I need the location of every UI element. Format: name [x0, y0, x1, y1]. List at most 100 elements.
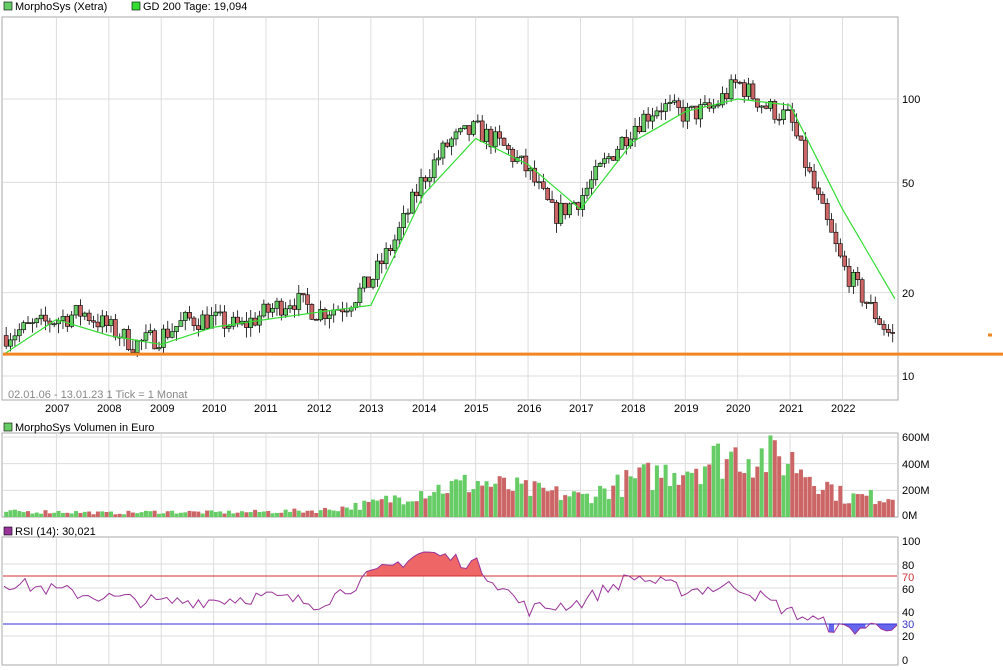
- volume-bar: [305, 510, 310, 517]
- volume-bar: [191, 511, 196, 517]
- price-candle-body: [558, 202, 564, 224]
- price-candle-body: [16, 329, 22, 337]
- volume-bar: [563, 495, 568, 517]
- volume-bar: [681, 475, 686, 517]
- price-candle-body: [458, 128, 463, 133]
- x-tick-2014: 2014: [412, 403, 436, 415]
- price-candle-body: [519, 155, 524, 158]
- price-candle-body: [859, 279, 865, 303]
- price-candle-body: [781, 109, 786, 120]
- price-candle-body: [462, 125, 468, 129]
- volume-bar: [619, 496, 624, 517]
- volume-bar: [34, 512, 39, 517]
- price-tick-100: 100: [902, 94, 920, 106]
- price-candle-body: [877, 318, 882, 325]
- price-candle-body: [663, 103, 668, 112]
- price-candle-body: [279, 300, 284, 316]
- volume-bar: [550, 490, 555, 517]
- volume-bar: [178, 512, 183, 517]
- volume-bar: [292, 508, 297, 517]
- volume-bar: [698, 484, 703, 517]
- volume-bar: [331, 510, 336, 517]
- price-candle-body: [676, 100, 682, 108]
- price-candle-body: [3, 335, 9, 347]
- volume-bar: [226, 510, 231, 517]
- price-candle-body: [798, 135, 804, 141]
- volume-bar: [397, 497, 402, 517]
- price-candle-body: [593, 166, 599, 181]
- volume-bar: [349, 509, 354, 517]
- volume-bar: [646, 462, 651, 517]
- price-candle-body: [510, 149, 516, 162]
- price-candle-body: [471, 121, 476, 135]
- volume-bar: [274, 512, 279, 517]
- price-candle-body: [658, 110, 664, 113]
- rsi-tick-20: 20: [902, 631, 914, 643]
- volume-bar: [362, 500, 367, 517]
- volume-bar: [558, 500, 563, 517]
- volume-bar: [318, 510, 323, 517]
- price-candle-body: [820, 194, 826, 204]
- price-candle-body: [545, 188, 551, 200]
- price-candle-body: [811, 170, 817, 189]
- volume-bar: [742, 473, 747, 517]
- price-candle-body: [182, 312, 188, 321]
- volume-bar: [764, 472, 769, 517]
- volume-bar: [685, 471, 690, 517]
- volume-bar: [633, 478, 638, 517]
- price-candle-body: [204, 314, 210, 329]
- volume-bar: [886, 499, 891, 517]
- volume-bar: [860, 494, 865, 517]
- price-candle-body: [143, 332, 149, 341]
- price-candle-body: [637, 125, 642, 133]
- price-candle-body: [296, 293, 302, 310]
- rsi-tick-70: 70: [902, 572, 914, 584]
- volume-bar: [711, 445, 716, 517]
- volume-bar: [183, 512, 188, 517]
- price-candle-body: [453, 131, 459, 140]
- price-candle-body: [396, 227, 402, 241]
- volume-bar: [851, 493, 856, 517]
- price-legend-swatch: [3, 1, 13, 11]
- volume-bar: [877, 501, 882, 517]
- volume-bar: [165, 511, 170, 517]
- price-candle-body: [375, 260, 380, 280]
- volume-bar: [200, 513, 205, 517]
- volume-bar: [458, 480, 463, 517]
- volume-bar: [663, 464, 668, 517]
- x-tick-2010: 2010: [202, 403, 226, 415]
- volume-bar: [26, 511, 31, 517]
- price-candle-body: [597, 163, 603, 167]
- price-candle-body: [414, 191, 419, 197]
- x-tick-2022: 2022: [831, 403, 855, 415]
- price-candle-body: [497, 131, 502, 139]
- x-tick-2012: 2012: [307, 403, 331, 415]
- price-candle-body: [493, 131, 498, 148]
- price-candle-body: [95, 321, 101, 328]
- volume-bar: [890, 499, 895, 517]
- price-candle-body: [187, 312, 192, 319]
- price-candle-body: [632, 125, 638, 140]
- price-candle-body: [300, 293, 306, 296]
- x-tick-2021: 2021: [779, 403, 803, 415]
- volume-bar: [205, 510, 210, 517]
- volume-bar: [296, 510, 301, 517]
- volume-bar: [855, 494, 860, 517]
- price-candle-body: [410, 191, 415, 214]
- price-candle-body: [418, 177, 424, 197]
- price-candle-body: [196, 325, 201, 330]
- volume-bar: [589, 503, 594, 517]
- price-candle-body: [200, 314, 206, 330]
- volume-bar: [833, 500, 838, 517]
- volume-bar: [231, 513, 236, 517]
- price-candle-body: [466, 125, 472, 135]
- price-candle-body: [440, 142, 446, 159]
- price-candle-body: [213, 311, 219, 316]
- price-candle-body: [654, 110, 660, 117]
- price-candle-body: [161, 328, 166, 348]
- price-candle-body: [829, 219, 834, 233]
- volume-bar: [143, 510, 148, 517]
- price-candle-body: [91, 320, 96, 323]
- price-candle-body: [641, 113, 647, 133]
- volume-bar: [414, 501, 419, 517]
